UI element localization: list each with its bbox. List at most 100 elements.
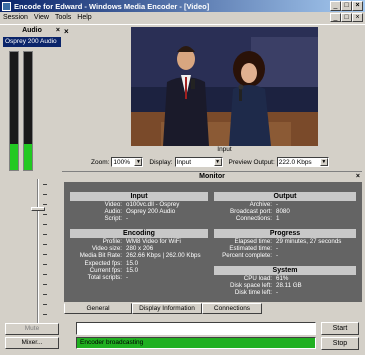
preview-output-value: 222.0 Kbps [278, 158, 312, 166]
encoding-section-title: Encoding [70, 229, 208, 238]
audio-level-meter-left [9, 51, 19, 171]
system-disk-space-key: Disk space left: [230, 282, 272, 290]
input-script-key: Script: [104, 215, 122, 223]
encoding-bitrate-key: Media Bit Rate: [79, 252, 122, 260]
encoding-expected-fps-value: 15.0 [126, 259, 139, 267]
output-section-title: Output [214, 192, 356, 201]
menu-bar: Session View Tools Help [0, 12, 365, 23]
input-audio-key: Audio: [104, 208, 122, 216]
input-section-title: Input [70, 192, 208, 201]
level-fill-left [10, 144, 18, 170]
zoom-select[interactable]: 100% ▼ [111, 157, 144, 167]
monitor-title: Monitor [199, 173, 225, 180]
display-label: Display: [149, 158, 173, 166]
input-audio-value: Osprey 200 Audio [126, 208, 176, 216]
stop-button[interactable]: Stop [321, 337, 359, 350]
encoding-bitrate-value: 262.66 Kbps | 262.00 Kbps [126, 252, 201, 260]
tab-general[interactable]: General [64, 303, 132, 314]
encoding-profile-key: Profile: [102, 238, 122, 245]
audio-source[interactable]: Osprey 200 Audio [3, 37, 61, 47]
preview-output-label: Preview Output: [228, 158, 275, 166]
system-disk-space-value: 28.11 GB [276, 282, 302, 290]
encoding-scripts-key: Total scripts: [87, 274, 122, 282]
maximize-button[interactable]: □ [341, 1, 352, 11]
encoding-current-fps-key: Current fps: [89, 266, 122, 274]
audio-close-icon[interactable]: × [56, 27, 60, 34]
level-fill-right [24, 144, 32, 170]
menu-help[interactable]: Help [77, 14, 91, 21]
input-video-key: Video: [104, 201, 122, 208]
mute-button[interactable]: Mute [5, 323, 59, 335]
monitor-panel: Input Video: o100vc.dll - Osprey Audio: Os… [64, 182, 362, 302]
chevron-down-icon: ▼ [319, 158, 328, 166]
input-script-value: - [126, 215, 129, 223]
audio-level-meter-right [23, 51, 33, 171]
chevron-down-icon: ▼ [213, 158, 222, 166]
video-frame-image [131, 27, 318, 146]
progress-elapsed-value: 29 minutes, 27 seconds [276, 238, 342, 245]
mdi-close-button[interactable]: × [352, 13, 363, 22]
volume-slider-track[interactable] [37, 179, 39, 334]
encoding-expected-fps-key: Expected fps: [84, 259, 123, 267]
system-disk-time-value: - [276, 289, 279, 297]
zoom-label: Zoom: [91, 158, 110, 166]
progress-section: Progress Elapsed time: 29 minutes, 27 sec… [214, 229, 356, 260]
mixer-button[interactable]: Mixer... [5, 337, 59, 349]
menu-tools[interactable]: Tools [55, 14, 71, 21]
input-video-value: o100vc.dll - Osprey [126, 201, 180, 208]
output-port-value: 8080 [276, 208, 290, 216]
audio-header: Audio × [3, 27, 61, 36]
encoding-current-fps-value: 15.0 [126, 266, 139, 274]
display-select[interactable]: Input ▼ [174, 157, 223, 167]
menu-session[interactable]: Session [3, 14, 28, 21]
mdi-restore-button[interactable]: □ [341, 13, 352, 22]
zoom-value: 100% [113, 158, 131, 166]
encoding-scripts-value: - [126, 274, 129, 282]
video-close-icon[interactable]: × [64, 27, 69, 36]
output-section: Output Archive: - Broadcast port: 8080 Con… [214, 192, 356, 223]
progress-section-title: Progress [214, 229, 356, 238]
progress-percent-value: - [276, 252, 279, 260]
tab-display-information[interactable]: Display Information [132, 303, 202, 314]
volume-ticks [43, 184, 47, 334]
output-archive-value: - [276, 201, 279, 208]
menu-separator [0, 24, 365, 25]
output-connections-key: Connections: [235, 215, 272, 223]
title-bar: Encode for Edward - Windows Media Encode… [0, 0, 365, 12]
close-button[interactable]: × [352, 1, 363, 11]
encoding-size-key: Video size: [91, 245, 122, 253]
input-section: Input Video: o100vc.dll - Osprey Audio: Os… [70, 192, 208, 223]
window-title: Encode for Edward - Windows Media Encode… [14, 1, 210, 11]
status-message-box [76, 322, 316, 335]
progress-estimated-key: Estimated time: [229, 245, 272, 253]
system-cpu-value: 61% [276, 275, 289, 282]
system-section-title: System [214, 266, 356, 275]
encoder-status-bar: Encoder broadcasting [76, 337, 316, 349]
preview-controls: Zoom: 100% ▼ Display: Input ▼ Preview Outp… [62, 156, 362, 168]
audio-meter-area [3, 49, 61, 339]
encoding-section: Encoding Profile: WM8 Video for WiFi Vide… [70, 229, 208, 281]
encoding-profile-value: WM8 Video for WiFi [126, 238, 181, 245]
video-caption: Input [217, 146, 232, 153]
output-connections-value: 1 [276, 215, 280, 223]
output-archive-key: Archive: [249, 201, 272, 208]
minimize-button[interactable]: _ [330, 1, 341, 11]
menu-view[interactable]: View [34, 14, 49, 21]
system-disk-time-key: Disk time left: [234, 289, 272, 297]
system-cpu-key: CPU load: [243, 275, 272, 282]
progress-elapsed-key: Elapsed time: [234, 238, 273, 245]
chevron-down-icon: ▼ [134, 158, 143, 166]
display-value: Input [176, 158, 192, 166]
tab-connections[interactable]: Connections [202, 303, 262, 314]
monitor-tabs: General Display Information Connections [64, 303, 362, 315]
app-icon [2, 1, 11, 11]
audio-panel: Audio × Osprey 200 Audio Mute Mixer... [3, 27, 61, 352]
output-port-key: Broadcast port: [230, 208, 272, 216]
encoding-size-value: 280 x 206 [126, 245, 154, 253]
monitor-close-icon[interactable]: × [356, 172, 360, 182]
mdi-minimize-button[interactable]: _ [330, 13, 341, 22]
start-button[interactable]: Start [321, 322, 359, 335]
audio-title: Audio [22, 27, 42, 34]
preview-output-select[interactable]: 222.0 Kbps ▼ [276, 157, 329, 167]
monitor-header: Monitor × [62, 171, 362, 181]
